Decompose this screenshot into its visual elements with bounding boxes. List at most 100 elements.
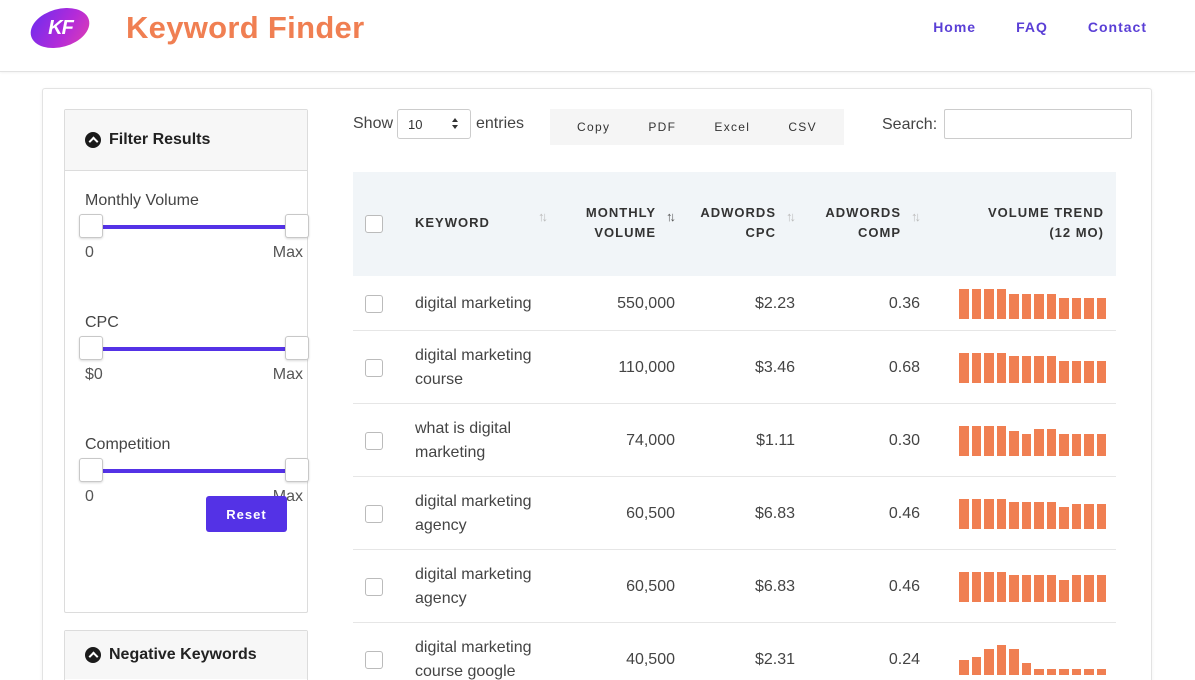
keyword-cell[interactable]: digital marketing course xyxy=(415,344,532,392)
pdf-button[interactable]: PDF xyxy=(642,116,682,138)
keyword-line: agency xyxy=(415,516,467,534)
trend-bar xyxy=(996,644,1006,675)
volume-trend-sparkline xyxy=(959,498,1106,529)
trend-bar xyxy=(984,425,994,456)
trend-bar xyxy=(959,352,969,383)
table-header: KEYWORD ↑↓ MONTHLY VOLUME ↑↓ ADWORDS CPC… xyxy=(353,172,1116,276)
top-header: KF Keyword Finder Home FAQ Contact xyxy=(0,0,1195,72)
trend-bar xyxy=(996,571,1006,602)
app-logo[interactable]: KF xyxy=(25,1,95,55)
row-checkbox[interactable] xyxy=(365,294,383,313)
nav-contact-link[interactable]: Contact xyxy=(1088,19,1147,35)
export-buttons: Copy PDF Excel CSV xyxy=(550,109,844,145)
trend-bar xyxy=(1034,668,1044,675)
trend-bar xyxy=(1009,575,1019,602)
nav-faq-link[interactable]: FAQ xyxy=(1016,19,1048,35)
keyword-line: what is digital xyxy=(415,419,512,437)
competition-cell: 0.46 xyxy=(888,577,920,595)
monthly-volume-cell: 60,500 xyxy=(626,577,675,595)
nav-home-link[interactable]: Home xyxy=(933,19,976,35)
table-row[interactable]: what is digital marketing 74,000 $1.11 0.30 xyxy=(353,404,1116,477)
volume-trend-sparkline xyxy=(959,644,1106,675)
trend-bar xyxy=(1046,428,1056,456)
keyword-cell[interactable]: digital marketing xyxy=(415,292,532,316)
keyword-cell[interactable]: what is digital marketing xyxy=(415,417,511,465)
trend-bar xyxy=(959,498,969,529)
competition-cell: 0.68 xyxy=(888,358,920,376)
slider-max-handle[interactable] xyxy=(285,458,309,482)
slider-min-handle[interactable] xyxy=(79,336,103,360)
row-checkbox[interactable] xyxy=(365,650,383,669)
select-all-checkbox[interactable] xyxy=(365,215,383,233)
header-adwords-cpc[interactable]: ADWORDS CPC xyxy=(700,203,776,243)
filter-label: Competition xyxy=(85,436,171,453)
trend-bar xyxy=(1084,503,1094,529)
trend-bar xyxy=(1059,297,1069,319)
slider-max-handle[interactable] xyxy=(285,214,309,238)
monthly-volume-slider[interactable] xyxy=(79,214,309,240)
table-row[interactable]: digital marketing agency 60,500 $6.83 0.46 xyxy=(353,477,1116,550)
keyword-line: agency xyxy=(415,589,467,607)
row-checkbox[interactable] xyxy=(365,431,383,450)
reset-button[interactable]: Reset xyxy=(206,496,287,532)
table-row[interactable]: digital marketing course 110,000 $3.46 0.68 xyxy=(353,331,1116,404)
volume-trend-sparkline xyxy=(959,425,1106,456)
trend-bar xyxy=(1046,575,1056,602)
cpc-slider[interactable] xyxy=(79,336,309,362)
filter-panel-title: Filter Results xyxy=(109,131,211,148)
keyword-line: digital marketing xyxy=(415,346,532,364)
trend-bar xyxy=(959,425,969,456)
trend-bar xyxy=(1084,360,1094,383)
trend-bar xyxy=(1034,293,1044,319)
sort-icon-active[interactable]: ↑↓ xyxy=(666,209,676,224)
table-row[interactable]: digital marketing 550,000 $2.23 0.36 xyxy=(353,276,1116,331)
header-keyword[interactable]: KEYWORD xyxy=(415,213,490,233)
negative-keywords-header[interactable]: Negative Keywords xyxy=(65,631,307,679)
keyword-line: course google xyxy=(415,662,516,680)
keyword-line: digital marketing xyxy=(415,492,532,510)
csv-button[interactable]: CSV xyxy=(782,116,823,138)
trend-bar xyxy=(984,498,994,529)
copy-button[interactable]: Copy xyxy=(571,116,616,138)
slider-min-handle[interactable] xyxy=(79,458,103,482)
sort-icon[interactable]: ↑↓ xyxy=(786,209,796,224)
table-controls: Show 10 entries Copy PDF Excel CSV Searc… xyxy=(353,109,1133,149)
keyword-line: course xyxy=(415,370,464,388)
trend-bar xyxy=(971,288,981,319)
row-checkbox[interactable] xyxy=(365,358,383,377)
main-card: Filter Results Monthly Volume 0 Max CPC xyxy=(42,88,1152,680)
excel-button[interactable]: Excel xyxy=(708,116,756,138)
row-checkbox[interactable] xyxy=(365,577,383,596)
keyword-cell[interactable]: digital marketing agency xyxy=(415,563,532,611)
keyword-cell[interactable]: digital marketing course google xyxy=(415,636,532,680)
slider-min-handle[interactable] xyxy=(79,214,103,238)
app-title[interactable]: Keyword Finder xyxy=(126,10,364,46)
trend-bar xyxy=(959,571,969,602)
sort-icon[interactable]: ↑↓ xyxy=(538,209,548,224)
monthly-volume-cell: 550,000 xyxy=(617,294,675,312)
header-adwords-comp[interactable]: ADWORDS COMP xyxy=(825,203,901,243)
main-nav: Home FAQ Contact xyxy=(933,19,1147,35)
table-row[interactable]: digital marketing course google 40,500 $2.3… xyxy=(353,623,1116,680)
header-line: ADWORDS xyxy=(825,205,901,220)
cpc-cell: $3.46 xyxy=(754,358,795,376)
keyword-cell[interactable]: digital marketing agency xyxy=(415,490,532,538)
trend-bar xyxy=(1021,433,1031,456)
keyword-line: digital marketing xyxy=(415,565,532,583)
search-label: Search: xyxy=(882,116,938,133)
sort-icon[interactable]: ↑↓ xyxy=(911,209,921,224)
table-row[interactable]: digital marketing agency 60,500 $6.83 0.46 xyxy=(353,550,1116,623)
trend-bar xyxy=(984,288,994,319)
slider-max-handle[interactable] xyxy=(285,336,309,360)
page-size-select[interactable]: 10 xyxy=(397,109,471,139)
filter-panel-header[interactable]: Filter Results xyxy=(65,110,307,171)
competition-slider[interactable] xyxy=(79,458,309,484)
volume-trend-sparkline xyxy=(959,288,1106,319)
trend-bar xyxy=(1084,575,1094,602)
row-checkbox[interactable] xyxy=(365,504,383,523)
header-monthly-volume[interactable]: MONTHLY VOLUME xyxy=(586,203,656,243)
trend-bar xyxy=(1021,575,1031,602)
entries-label: entries xyxy=(476,115,525,132)
search-input[interactable] xyxy=(944,109,1132,139)
cpc-cell: $2.31 xyxy=(754,650,795,668)
